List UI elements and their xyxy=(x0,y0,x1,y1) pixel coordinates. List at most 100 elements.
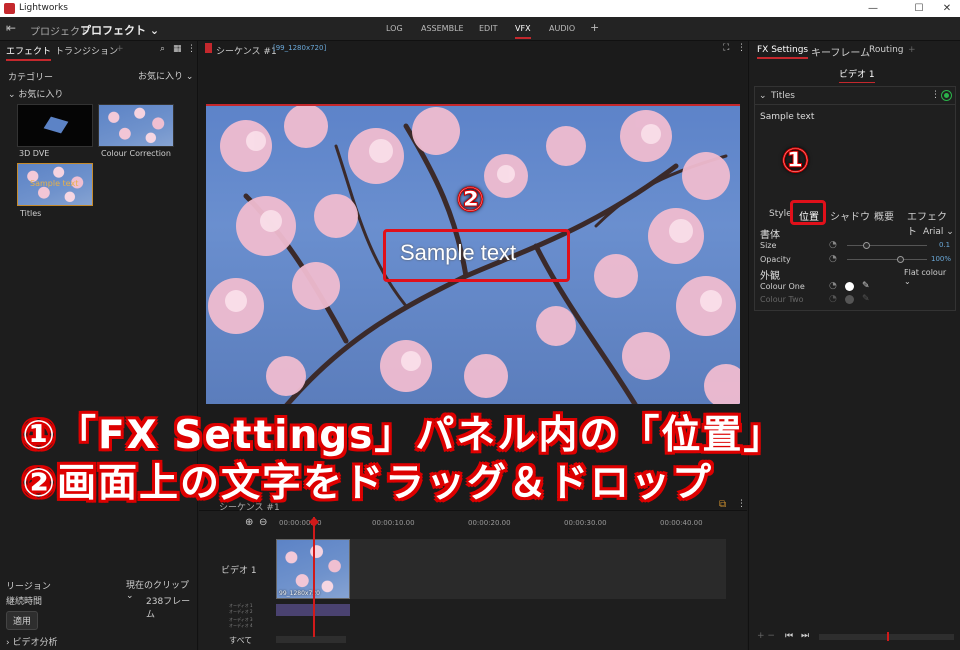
sequence-title: シーケンス #1 xyxy=(216,47,277,57)
timeline-more-icon[interactable]: ⋮ xyxy=(737,499,746,509)
subtab-overview[interactable]: 概要 xyxy=(874,208,894,223)
zoom-out-icon[interactable]: ⊖ xyxy=(259,517,267,528)
audio-track-4: オーディオ 4 xyxy=(229,623,253,628)
colour-two-swatch[interactable] xyxy=(845,295,854,304)
effect-thumb-colour-correction[interactable] xyxy=(98,104,174,147)
effect-thumb-titles[interactable]: Sample text xyxy=(17,163,93,206)
effect-label-3d-dve: 3D DVE xyxy=(19,149,50,158)
video-analysis-section[interactable]: › ビデオ分析 xyxy=(6,635,57,648)
fullscreen-icon[interactable]: ⛶ xyxy=(723,43,729,53)
effect-more-icon[interactable]: ⋮ xyxy=(931,90,940,100)
title-bar: Lightworks — ☐ ✕ xyxy=(0,0,960,17)
favorites-header[interactable]: ⌄ お気に入り xyxy=(8,87,63,100)
tab-transitions[interactable]: トランジション xyxy=(55,44,118,57)
title-text-value[interactable]: Sample text xyxy=(760,112,814,122)
audio-track-2: オーディオ 2 xyxy=(229,609,253,614)
timecode-3: 00:00:30.00 xyxy=(564,519,607,527)
annotation-number-2: ② xyxy=(456,180,486,221)
effects-panel: エフェクト トランジション + ⌕ ▦ ⋮ カテゴリー お気に入り ⌄ ⌄ お気… xyxy=(0,41,198,650)
font-dropdown[interactable]: Arial ⌄ xyxy=(923,227,954,237)
tab-routing[interactable]: Routing xyxy=(869,45,904,55)
add-right-tab[interactable]: + xyxy=(908,45,916,55)
subtab-style[interactable]: Style xyxy=(769,209,792,219)
tab-fx-settings[interactable]: FX Settings xyxy=(757,45,809,59)
3d-dve-preview xyxy=(43,116,69,134)
divider xyxy=(755,104,955,105)
tab-effects[interactable]: エフェクト xyxy=(6,44,52,61)
window-title: Lightworks xyxy=(19,3,68,13)
menu-bar: ⇤ プロジェクト プロフェクト ⌄ LOG ASSEMBLE EDIT VFX … xyxy=(0,17,960,41)
timecode-1: 00:00:10.00 xyxy=(372,519,415,527)
colour-one-swatch[interactable] xyxy=(845,282,854,291)
size-label: Size xyxy=(760,241,777,250)
search-icon[interactable]: ⌕ xyxy=(160,44,165,54)
keyframe-playhead[interactable] xyxy=(887,632,889,641)
opacity-slider-knob[interactable] xyxy=(897,256,904,263)
exit-icon[interactable]: ⇤ xyxy=(6,21,16,35)
annotation-number-1: ① xyxy=(781,141,811,182)
add-tab-button[interactable]: + xyxy=(590,21,599,34)
tab-vfx[interactable]: VFX xyxy=(515,24,531,39)
apply-button[interactable]: 適用 xyxy=(6,611,39,630)
app-logo-icon xyxy=(4,3,15,14)
size-value[interactable]: 0.1 xyxy=(939,241,950,249)
viewer-more-icon[interactable]: ⋮ xyxy=(737,43,746,53)
colour-one-picker-icon[interactable]: ✎ xyxy=(862,281,870,291)
category-label: カテゴリー xyxy=(8,73,54,83)
sequence-flag-icon xyxy=(205,43,212,53)
sample-text-overlay[interactable]: Sample text xyxy=(400,240,516,266)
effect-enabled-toggle[interactable] xyxy=(942,91,951,100)
colour-one-label: Colour One xyxy=(760,282,805,291)
playhead[interactable] xyxy=(313,517,315,637)
colour-two-label: Colour Two xyxy=(760,295,804,304)
tab-edit[interactable]: EDIT xyxy=(479,24,497,33)
minimize-button[interactable]: — xyxy=(858,1,888,16)
font-label: 書体 xyxy=(760,230,780,241)
tab-audio[interactable]: AUDIO xyxy=(549,24,575,33)
opacity-value[interactable]: 100% xyxy=(931,255,951,263)
duration-value: 238フレーム xyxy=(146,597,191,620)
add-panel-tab[interactable]: + xyxy=(116,44,124,54)
next-keyframe-icon[interactable]: ⏭ xyxy=(801,631,809,641)
more-options-icon[interactable]: ⋮ xyxy=(187,44,196,54)
timeline-panel: シーケンス #1 ⧉ ⋮ ⊕ ⊖ 00:00:00.00 00:00:10.00… xyxy=(199,499,747,650)
opacity-label: Opacity xyxy=(760,255,791,264)
titles-effect-card: ⌄ Titles ⋮ Sample text Style 位置 シャドウ 概要 … xyxy=(754,86,956,311)
tab-assemble[interactable]: ASSEMBLE xyxy=(421,24,464,33)
colour-two-picker-icon[interactable]: ✎ xyxy=(862,294,870,304)
category-dropdown[interactable]: お気に入り ⌄ xyxy=(138,69,193,82)
colour-one-keyframe-icon[interactable]: ◔ xyxy=(829,281,837,291)
track-video-label: ビデオ 1 xyxy=(221,566,257,576)
grid-view-icon[interactable]: ▦ xyxy=(173,44,182,54)
position-tab-highlight xyxy=(790,200,826,225)
prev-keyframe-icon[interactable]: ⏮ xyxy=(785,631,793,641)
annotation-line-2: ②画面上の文字をドラッグ＆ドロップ xyxy=(22,461,714,506)
appearance-label: 外観 xyxy=(760,271,780,282)
colour-two-keyframe-icon[interactable]: ◔ xyxy=(829,294,837,304)
project-name[interactable]: プロフェクト ⌄ xyxy=(80,22,159,38)
tab-log[interactable]: LOG xyxy=(386,24,403,33)
track-all-label: すべて xyxy=(229,636,253,645)
region-label: リージョン xyxy=(6,582,51,592)
size-slider[interactable] xyxy=(847,245,927,246)
effect-label-titles: Titles xyxy=(20,209,42,218)
size-keyframe-icon[interactable]: ◔ xyxy=(829,240,837,250)
add-keyframe-icon[interactable]: + − xyxy=(757,631,775,641)
close-button[interactable]: ✕ xyxy=(932,1,960,16)
tab-keyframes[interactable]: キーフレーム xyxy=(811,44,870,59)
fx-settings-panel: FX Settings キーフレーム Routing + ビデオ 1 ⌄ Tit… xyxy=(748,41,960,650)
sync-icon[interactable]: ⧉ xyxy=(719,499,726,510)
timecode-2: 00:00:20.00 xyxy=(468,519,511,527)
timecode-4: 00:00:40.00 xyxy=(660,519,703,527)
size-slider-knob[interactable] xyxy=(863,242,870,249)
subtab-shadow[interactable]: シャドウ xyxy=(830,208,870,223)
opacity-keyframe-icon[interactable]: ◔ xyxy=(829,254,837,264)
zoom-in-icon[interactable]: ⊕ xyxy=(245,517,253,528)
maximize-button[interactable]: ☐ xyxy=(904,1,934,16)
video-track-selector[interactable]: ビデオ 1 xyxy=(839,67,875,83)
all-track-bar[interactable] xyxy=(276,636,346,643)
collapse-icon[interactable]: ⌄ xyxy=(759,91,767,101)
opacity-slider[interactable] xyxy=(847,259,927,260)
appearance-dropdown[interactable]: Flat colour ⌄ xyxy=(904,268,955,286)
effect-thumb-3d-dve[interactable] xyxy=(17,104,93,147)
